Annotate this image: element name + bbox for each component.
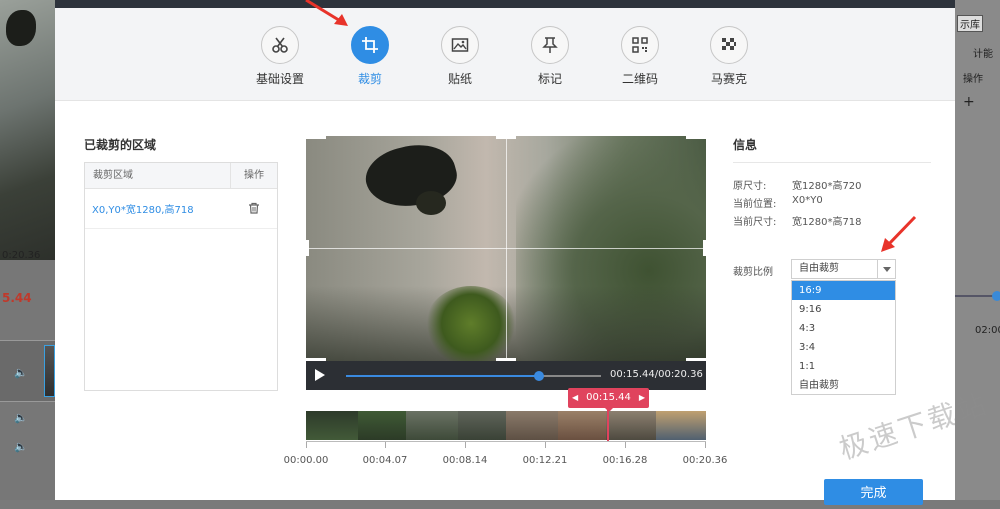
cropped-regions-title: 已裁剪的区域 (84, 138, 157, 152)
speaker-icon: 🔈 (14, 366, 28, 379)
tab-basic-settings[interactable]: 基础设置 (245, 26, 315, 87)
tab-sticker[interactable]: 贴纸 (425, 26, 495, 87)
tab-label: 马赛克 (710, 72, 747, 86)
current-size-value: 宽1280*高718 (792, 217, 862, 228)
crop-grid-line (306, 248, 706, 249)
chevron-left-icon[interactable]: ◀ (572, 388, 578, 408)
background-text: 操作 (963, 74, 983, 85)
crop-handle[interactable] (686, 136, 706, 139)
divider (733, 162, 931, 163)
seek-bar-fill (346, 375, 540, 377)
background-left-panel: 0:20.36 5.44 🔈 🔈 🔈 (0, 0, 55, 500)
crop-handle[interactable] (306, 136, 326, 139)
cropped-regions-table: 裁剪区域 操作 X0,Y0*宽1280,高718 (84, 162, 278, 391)
marker-time: 00:15.44 (586, 392, 631, 403)
dropdown-option[interactable]: 4:3 (792, 319, 895, 338)
scissors-icon (261, 26, 299, 64)
dropdown-option[interactable]: 3:4 (792, 338, 895, 357)
crop-ratio-label: 裁剪比例 (733, 267, 773, 278)
plus-icon: + (963, 94, 975, 110)
playback-time: 00:15.44/00:20.36 (610, 369, 703, 380)
timeline-marker[interactable]: ◀ 00:15.44 ▶ (568, 388, 649, 412)
timeline-label: 00:00.00 (283, 455, 329, 466)
timeline-label: 00:20.36 (682, 455, 728, 466)
player-controls: 00:15.44/00:20.36 (306, 361, 706, 390)
tab-label: 基础设置 (255, 72, 304, 86)
playhead (607, 408, 609, 441)
delete-icon[interactable] (231, 199, 277, 218)
seek-knob[interactable] (534, 371, 545, 381)
tab-label: 标记 (537, 72, 562, 86)
column-header-region: 裁剪区域 (85, 163, 231, 188)
timeline-label: 00:08.14 (442, 455, 488, 466)
dropdown-option[interactable]: 自由裁剪 (792, 376, 895, 395)
pin-icon (531, 26, 569, 64)
original-size-value: 宽1280*高720 (792, 181, 862, 192)
column-header-action: 操作 (244, 170, 264, 181)
mosaic-icon (710, 26, 748, 64)
crop-ratio-dropdown: 16:9 9:16 4:3 3:4 1:1 自由裁剪 (791, 280, 896, 395)
tab-mark[interactable]: 标记 (515, 26, 585, 87)
dropdown-option[interactable]: 16:9 (792, 281, 895, 300)
crop-handle[interactable] (703, 240, 706, 256)
crop-icon (351, 26, 389, 64)
qrcode-icon (621, 26, 659, 64)
tool-bar: 基础设置 裁剪 贴纸 标记 二维码 马赛克 (55, 8, 955, 101)
dropdown-option[interactable]: 1:1 (792, 357, 895, 376)
position-label: 当前位置: (733, 199, 777, 210)
speaker-icon: 🔈 (14, 411, 28, 424)
dropdown-option[interactable]: 9:16 (792, 300, 895, 319)
background-tab: 示库 (957, 15, 983, 32)
current-size-label: 当前尺寸: (733, 217, 777, 228)
play-icon[interactable] (315, 369, 325, 381)
tab-label: 裁剪 (357, 72, 382, 86)
chevron-down-icon[interactable] (877, 260, 895, 278)
image-icon (441, 26, 479, 64)
tab-label: 二维码 (621, 72, 658, 86)
timeline-label: 00:04.07 (362, 455, 408, 466)
speaker-icon: 🔈 (14, 440, 28, 453)
tab-mosaic[interactable]: 马赛克 (694, 26, 764, 87)
background-slider-knob (992, 291, 1000, 301)
background-time: 02:00 (975, 325, 1000, 336)
annotation-arrow-icon (881, 215, 917, 252)
annotation-arrow-icon (305, 0, 348, 26)
timeline-label: 00:12.21 (522, 455, 568, 466)
timeline-ruler (306, 441, 706, 449)
background-time: 0:20.36 (2, 250, 41, 261)
background-current-time: 5.44 (2, 291, 32, 305)
dialog-title-bar (55, 0, 955, 8)
timeline-label: 00:16.28 (602, 455, 648, 466)
current-size-row: 当前尺寸: 宽1280*高718 (733, 213, 862, 228)
region-value: X0,Y0*宽1280,高718 (92, 205, 194, 216)
tab-label: 贴纸 (447, 72, 472, 86)
position-value: X0*Y0 (792, 195, 823, 206)
tab-qrcode[interactable]: 二维码 (605, 26, 675, 87)
crop-ratio-selected: 自由裁剪 (799, 263, 839, 274)
crop-handle[interactable] (496, 136, 516, 139)
tab-crop[interactable]: 裁剪 (335, 26, 405, 87)
original-size-label: 原尺寸: (733, 181, 767, 192)
video-preview[interactable] (306, 136, 706, 361)
table-header: 裁剪区域 操作 (85, 163, 277, 189)
edit-dialog: ✕ 基础设置 裁剪 贴纸 标记 (55, 0, 955, 505)
chevron-right-icon[interactable]: ▶ (639, 388, 645, 408)
table-row[interactable]: X0,Y0*宽1280,高718 (85, 189, 277, 229)
original-size-row: 原尺寸: 宽1280*高720 (733, 177, 862, 192)
position-row: 当前位置: X0*Y0 (733, 195, 823, 210)
background-clip (44, 345, 55, 397)
background-video-preview (0, 0, 55, 260)
finish-button[interactable]: 完成 (824, 479, 923, 505)
crop-ratio-select[interactable]: 自由裁剪 (791, 259, 896, 279)
crop-handle[interactable] (306, 240, 309, 256)
filmstrip[interactable] (306, 411, 706, 440)
background-text: 计能 (973, 49, 993, 60)
info-title: 信息 (733, 138, 758, 152)
